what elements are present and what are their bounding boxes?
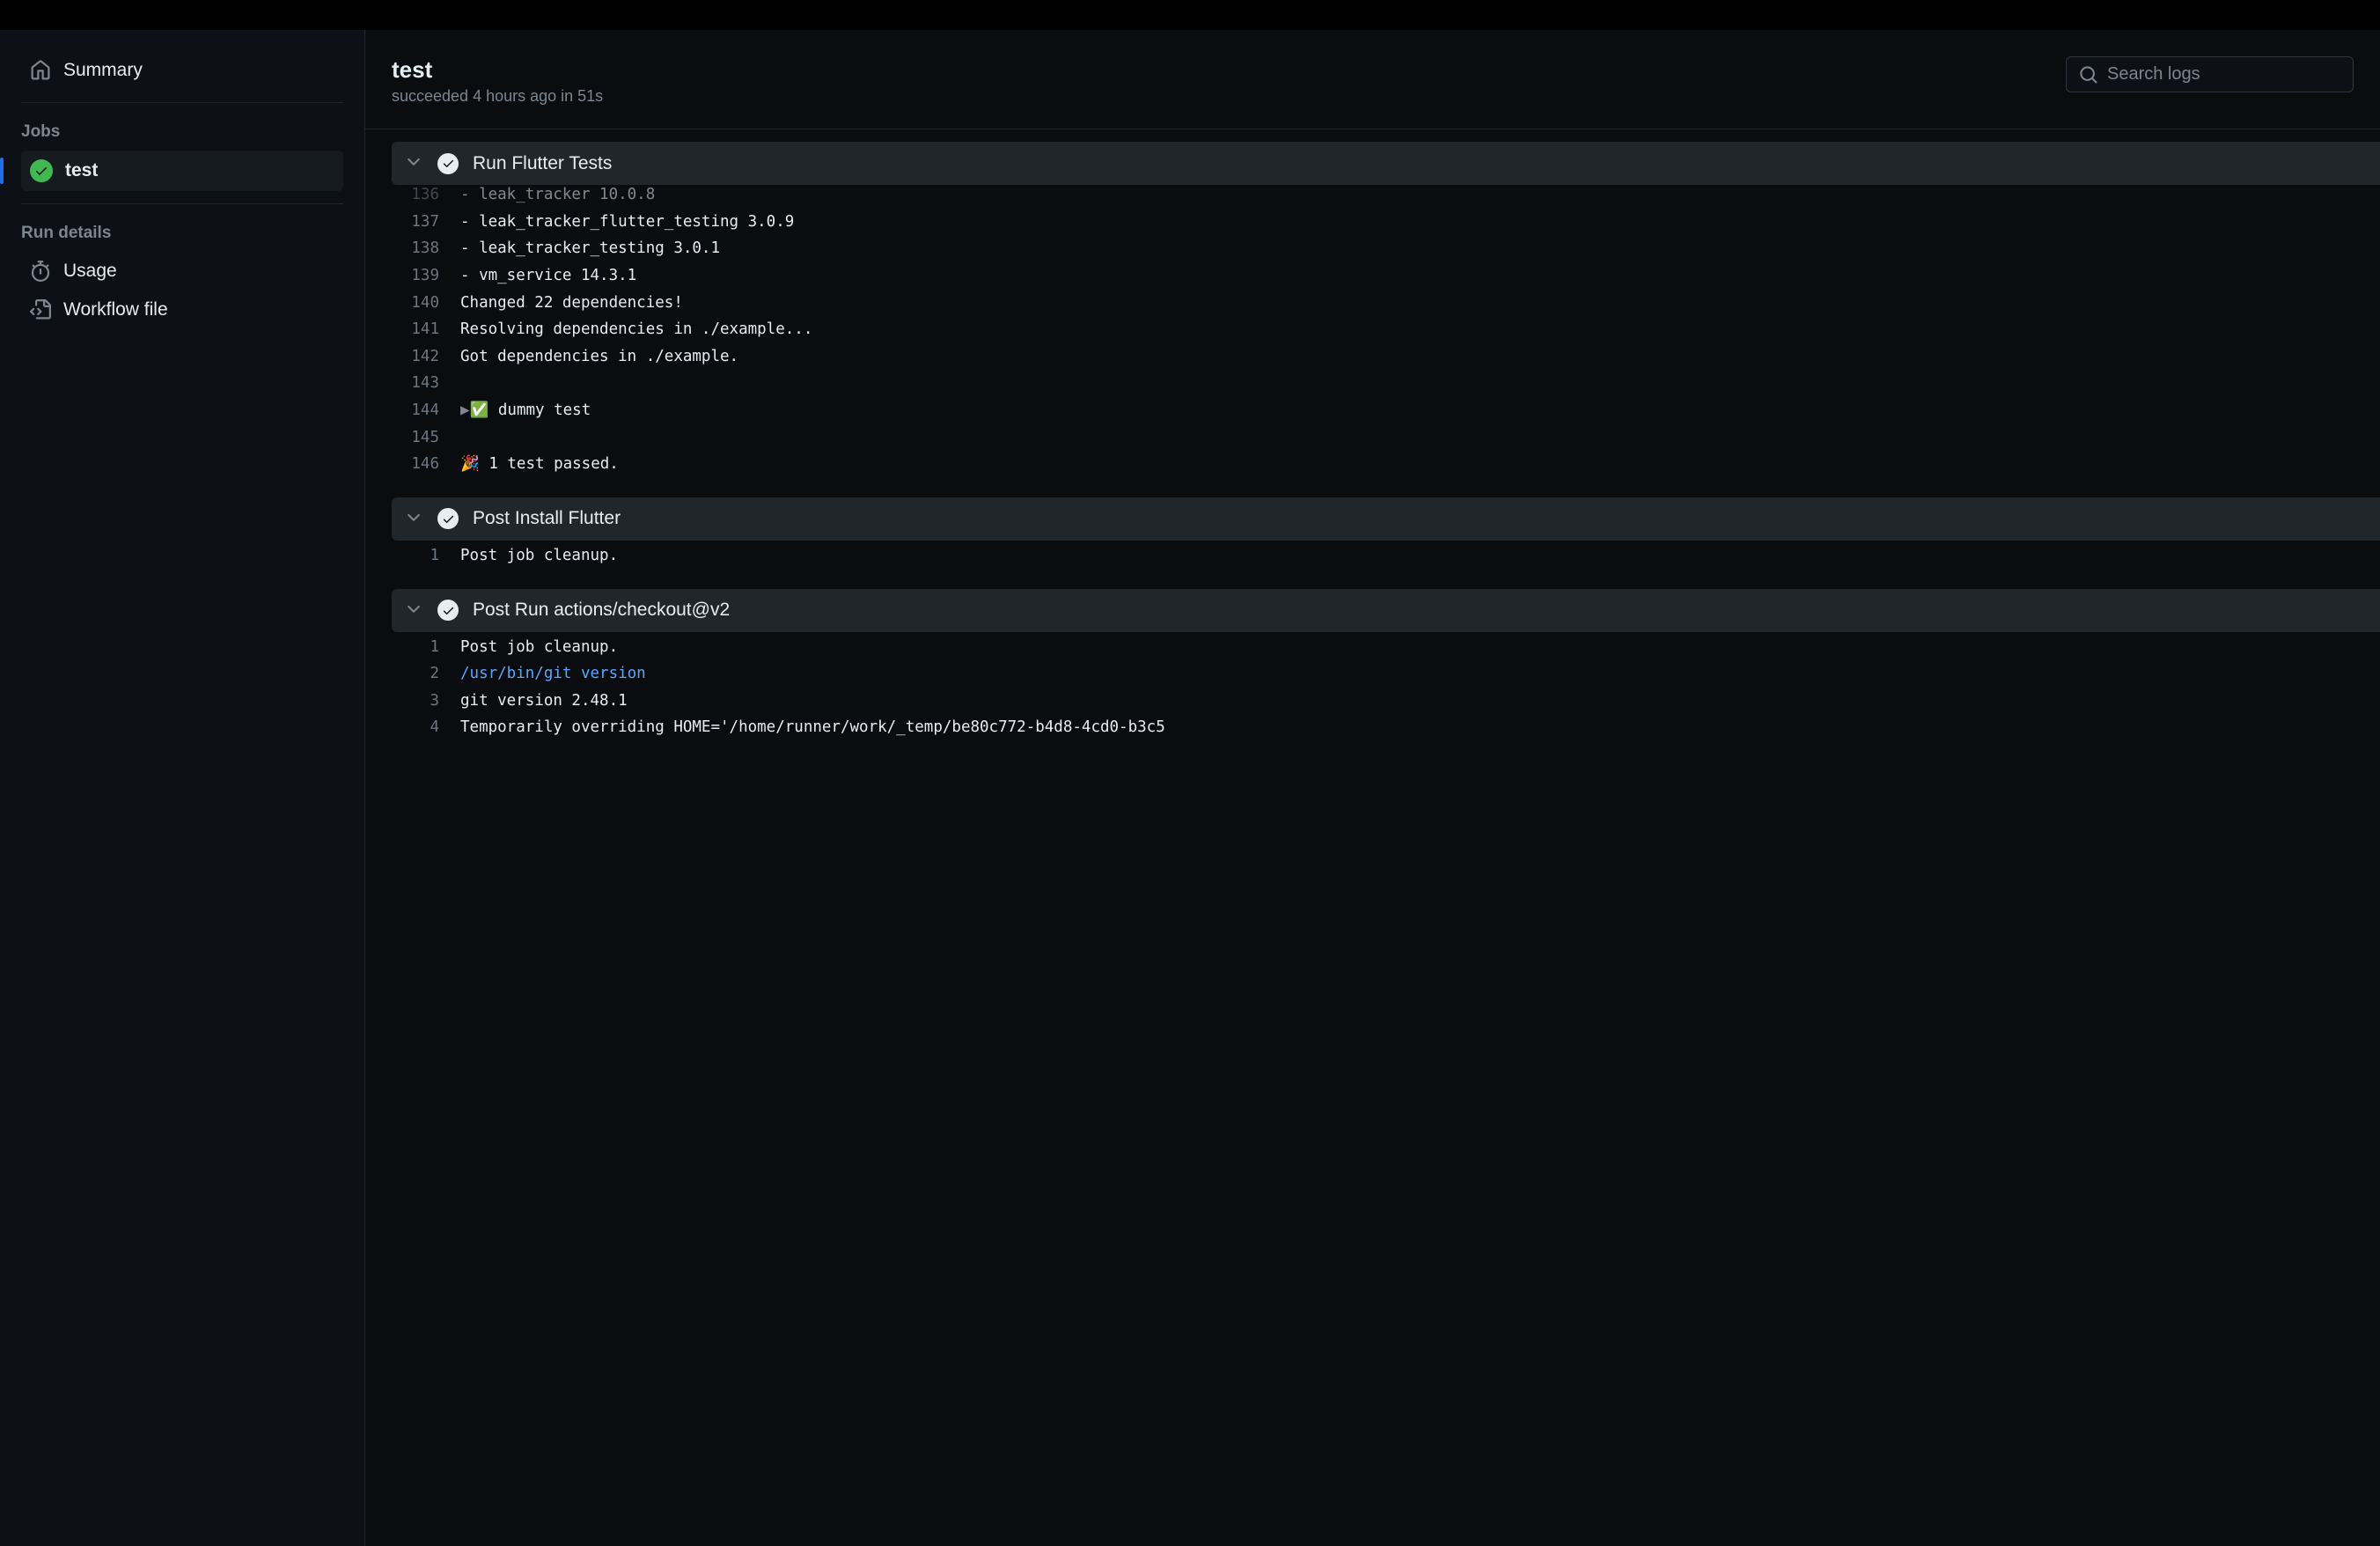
line-number: 141 bbox=[392, 316, 460, 343]
line-content: Changed 22 dependencies! bbox=[460, 290, 683, 317]
line-number: 136 bbox=[392, 181, 460, 209]
step-title: Post Install Flutter bbox=[473, 508, 621, 529]
log-line[interactable]: 1Post job cleanup. bbox=[392, 542, 2380, 570]
log-line[interactable]: 140Changed 22 dependencies! bbox=[392, 290, 2380, 317]
line-number: 144 bbox=[392, 397, 460, 424]
sidebar-summary[interactable]: Summary bbox=[21, 51, 343, 90]
line-number: 4 bbox=[392, 714, 460, 741]
line-number: 2 bbox=[392, 660, 460, 688]
sidebar-workflow-file[interactable]: Workflow file bbox=[21, 291, 343, 329]
line-content: Temporarily overriding HOME='/home/runne… bbox=[460, 714, 1165, 741]
line-number: 143 bbox=[392, 370, 460, 397]
log-line[interactable]: 142Got dependencies in ./example. bbox=[392, 343, 2380, 371]
log-line[interactable]: 146🎉 1 test passed. bbox=[392, 451, 2380, 478]
line-number: 3 bbox=[392, 688, 460, 715]
log-line[interactable]: 137- leak_tracker_flutter_testing 3.0.9 bbox=[392, 209, 2380, 236]
chevron-down-icon bbox=[404, 600, 423, 622]
layout: Summary Jobs test Run details Usage Work… bbox=[0, 30, 2380, 1546]
check-circle-icon bbox=[437, 153, 459, 174]
file-code-icon bbox=[30, 299, 51, 320]
header: test succeeded 4 hours ago in 51s bbox=[365, 30, 2380, 129]
line-number: 146 bbox=[392, 451, 460, 478]
chevron-down-icon bbox=[404, 508, 423, 530]
step-title: Post Run actions/checkout@v2 bbox=[473, 600, 730, 621]
log-line[interactable]: 144▶✅ dummy test bbox=[392, 397, 2380, 424]
line-content: - leak_tracker_testing 3.0.1 bbox=[460, 235, 720, 262]
divider bbox=[21, 203, 343, 204]
step-header[interactable]: Run Flutter Tests bbox=[392, 142, 2380, 185]
step: Run Flutter Tests 136- leak_tracker 10.0.… bbox=[392, 142, 2380, 494]
sidebar-usage-label: Usage bbox=[63, 261, 117, 282]
page-title: test bbox=[392, 56, 603, 84]
title-block: test succeeded 4 hours ago in 51s bbox=[392, 56, 603, 106]
log-line[interactable]: 1Post job cleanup. bbox=[392, 634, 2380, 661]
log-line[interactable]: 4Temporarily overriding HOME='/home/runn… bbox=[392, 714, 2380, 741]
line-content: - leak_tracker_flutter_testing 3.0.9 bbox=[460, 209, 794, 236]
line-number: 145 bbox=[392, 424, 460, 452]
line-number: 140 bbox=[392, 290, 460, 317]
jobs-section-label: Jobs bbox=[21, 115, 343, 151]
run-details-section-label: Run details bbox=[21, 217, 343, 252]
line-content: Got dependencies in ./example. bbox=[460, 343, 738, 371]
line-content: - vm_service 14.3.1 bbox=[460, 262, 636, 290]
home-icon bbox=[30, 60, 51, 81]
stopwatch-icon bbox=[30, 261, 51, 282]
search-icon bbox=[2079, 65, 2098, 85]
line-content: Resolving dependencies in ./example... bbox=[460, 316, 812, 343]
line-content: /usr/bin/git version bbox=[460, 660, 646, 688]
search-wrap[interactable] bbox=[2066, 56, 2354, 92]
sidebar-summary-label: Summary bbox=[63, 60, 143, 81]
line-content: - leak_tracker 10.0.8 bbox=[460, 181, 655, 209]
line-number: 137 bbox=[392, 209, 460, 236]
check-circle-icon bbox=[437, 508, 459, 529]
line-content: git version 2.48.1 bbox=[460, 688, 628, 715]
log-lines: 136- leak_tracker 10.0.8137- leak_tracke… bbox=[392, 180, 2380, 494]
check-circle-icon bbox=[30, 159, 53, 182]
line-content: 🎉 1 test passed. bbox=[460, 451, 619, 478]
main-content: test succeeded 4 hours ago in 51s Run Fl… bbox=[365, 30, 2380, 1546]
log-line[interactable]: 141Resolving dependencies in ./example..… bbox=[392, 316, 2380, 343]
line-number: 1 bbox=[392, 542, 460, 570]
log-area[interactable]: Run Flutter Tests 136- leak_tracker 10.0.… bbox=[365, 129, 2380, 1546]
line-content: Post job cleanup. bbox=[460, 634, 618, 661]
divider bbox=[21, 102, 343, 103]
line-content: Post job cleanup. bbox=[460, 542, 618, 570]
log-line[interactable]: 145 bbox=[392, 424, 2380, 452]
line-number: 1 bbox=[392, 634, 460, 661]
check-circle-icon bbox=[437, 600, 459, 621]
log-line[interactable]: 136- leak_tracker 10.0.8 bbox=[392, 181, 2380, 209]
sidebar-usage[interactable]: Usage bbox=[21, 252, 343, 291]
line-number: 142 bbox=[392, 343, 460, 371]
window-top-bar bbox=[0, 0, 2380, 30]
step-header[interactable]: Post Run actions/checkout@v2 bbox=[392, 589, 2380, 632]
step-title: Run Flutter Tests bbox=[473, 153, 612, 174]
step: Post Run actions/checkout@v2 1Post job cl… bbox=[392, 589, 2380, 758]
log-lines: 1Post job cleanup.2/usr/bin/git version3… bbox=[392, 632, 2380, 758]
line-number: 138 bbox=[392, 235, 460, 262]
line-number: 139 bbox=[392, 262, 460, 290]
line-content: ▶✅ dummy test bbox=[460, 397, 591, 424]
sidebar: Summary Jobs test Run details Usage Work… bbox=[0, 30, 365, 1546]
chevron-down-icon bbox=[404, 152, 423, 174]
sidebar-workflow-file-label: Workflow file bbox=[63, 299, 168, 320]
log-line[interactable]: 138- leak_tracker_testing 3.0.1 bbox=[392, 235, 2380, 262]
sidebar-job-test[interactable]: test bbox=[21, 151, 343, 191]
log-line[interactable]: 2/usr/bin/git version bbox=[392, 660, 2380, 688]
page-subtitle: succeeded 4 hours ago in 51s bbox=[392, 87, 603, 106]
step: Post Install Flutter 1Post job cleanup. bbox=[392, 497, 2380, 585]
log-line[interactable]: 139- vm_service 14.3.1 bbox=[392, 262, 2380, 290]
step-header[interactable]: Post Install Flutter bbox=[392, 497, 2380, 541]
log-line[interactable]: 143 bbox=[392, 370, 2380, 397]
search-input[interactable] bbox=[2107, 64, 2340, 85]
log-lines: 1Post job cleanup. bbox=[392, 541, 2380, 585]
sidebar-job-label: test bbox=[65, 160, 98, 181]
log-line[interactable]: 3git version 2.48.1 bbox=[392, 688, 2380, 715]
